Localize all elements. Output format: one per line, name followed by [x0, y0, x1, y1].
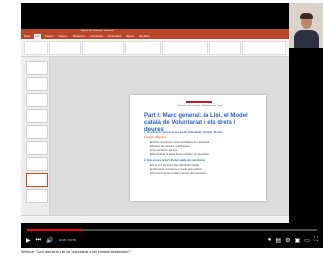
next-icon[interactable]: ⏭ — [36, 237, 41, 244]
webcam-feed — [289, 3, 323, 48]
slide-thumbnails — [21, 57, 50, 215]
time-display: 10:05 / 52:56 — [58, 238, 77, 242]
presenter-body — [294, 30, 319, 48]
generalitat-logo — [186, 101, 212, 103]
slide-bullet: ■ Què és i aspectes clau del Model Catal… — [150, 164, 199, 167]
fullscreen-icon[interactable]: ⛶ — [314, 237, 318, 244]
slide-bullet: Context i Objectius — [144, 136, 166, 139]
settings-gear-icon[interactable]: ⚙ — [285, 237, 290, 244]
subtitles-icon[interactable]: ▤ — [275, 237, 281, 244]
status-bar — [21, 215, 289, 223]
powerpoint-window: Webinar Llei Voluntariat - PowerPoint Fi… — [21, 29, 289, 223]
presenter-hair — [300, 13, 313, 19]
ribbon-toolbar — [21, 39, 289, 57]
progress-bar[interactable] — [27, 229, 317, 231]
slide-editor: Generalitat de Catalunya · Departament d… — [50, 57, 289, 215]
slide-bullet: ■ Reconèixer la tasca de les entitats i … — [150, 153, 209, 156]
miniplayer-icon[interactable]: ▣ — [294, 237, 300, 244]
slide-bullet: ■ Crisis econòmica, noves pràctiques de … — [150, 141, 210, 144]
slide-bullet: ■ Voluntariat: incorpora el vincle amb e… — [150, 168, 202, 171]
theater-icon[interactable]: ▭ — [304, 237, 310, 244]
slide-bullet: 1. Introducció: gènesi de la Llei del Vo… — [144, 131, 223, 134]
player-controls: ▶ ⏭ 🔊 10:05 / 52:56 ● ▤ ⚙ ▣ ▭ ⛶ — [21, 232, 323, 248]
volume-icon[interactable]: 🔊 — [46, 237, 53, 244]
slide-bullet: ■ Procés de consens i participació — [150, 145, 190, 148]
video-caption: Webinar "Com afecta la Llei de Voluntari… — [21, 250, 132, 254]
progress-fill — [27, 229, 83, 231]
slide-bullet: 2. Què preveu la llei? Model català del … — [144, 159, 205, 162]
slide: Generalitat de Catalunya · Departament d… — [130, 95, 266, 201]
slide-bullet: ■ Funcions de les entitats i deures del … — [150, 172, 207, 175]
slide-bullet: ■ Llei de Drets i Deures — [150, 149, 178, 152]
autoplay-toggle-icon[interactable]: ● — [268, 237, 272, 244]
video-player[interactable]: Webinar Llei Voluntariat - PowerPoint Fi… — [21, 3, 323, 248]
slide-department: Generalitat de Catalunya · Departament d… — [178, 105, 223, 107]
play-icon[interactable]: ▶ — [26, 237, 31, 244]
